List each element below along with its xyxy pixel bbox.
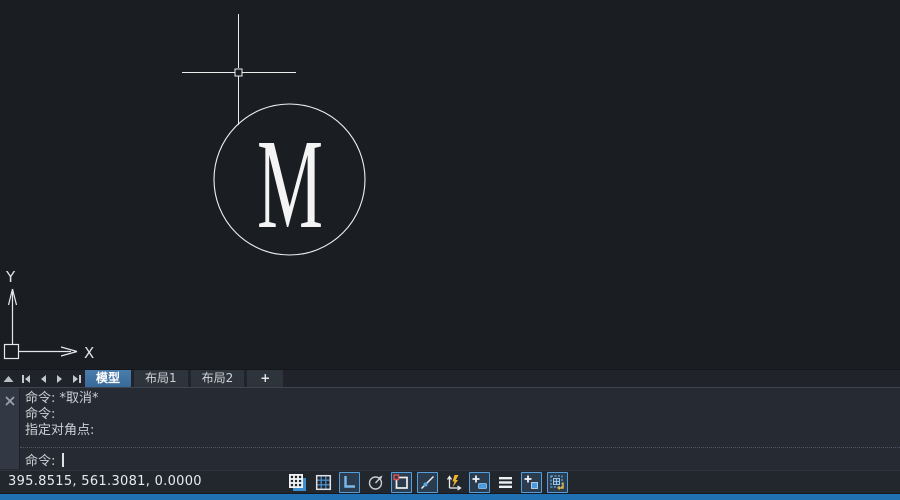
- command-history-line: 命令: *取消*: [20, 391, 900, 407]
- coordinates-display[interactable]: 395.8515, 561.3081, 0.0000: [8, 471, 202, 493]
- dynamic-ucs-icon[interactable]: [443, 472, 464, 493]
- text-cursor: [62, 453, 64, 467]
- pickbox: [235, 69, 242, 76]
- crosshair-cursor: [182, 14, 296, 125]
- taskbar-edge: [0, 493, 900, 500]
- lineweight-icon[interactable]: [495, 472, 516, 493]
- grid-display-icon[interactable]: [313, 472, 334, 493]
- status-bar: 395.8515, 561.3081, 0.0000: [0, 470, 900, 493]
- tab-model[interactable]: 模型: [85, 370, 131, 387]
- object-snap-icon[interactable]: [391, 472, 412, 493]
- command-separator: [20, 447, 900, 448]
- ucs-y-label: Y: [5, 268, 16, 286]
- polar-tracking-icon[interactable]: [365, 472, 386, 493]
- object-snap-tracking-icon[interactable]: [417, 472, 438, 493]
- last-tab-icon[interactable]: [68, 370, 85, 387]
- command-input[interactable]: 命令:: [20, 450, 900, 469]
- layout-tab-bar: 模型 布局1 布局2 +: [0, 369, 900, 387]
- command-window: 命令: *取消* 命令: 指定对角点: 命令:: [0, 387, 900, 470]
- status-toggle-strip: [287, 472, 568, 493]
- text-entity-m[interactable]: M: [257, 113, 323, 255]
- snap-mode-icon[interactable]: [287, 472, 308, 493]
- command-prompt: 命令:: [25, 450, 55, 469]
- dynamic-input-icon[interactable]: [469, 472, 490, 493]
- command-history-line: 命令:: [20, 407, 900, 423]
- quick-properties-icon[interactable]: [521, 472, 542, 493]
- next-tab-icon[interactable]: [51, 370, 68, 387]
- command-history: 命令: *取消* 命令: 指定对角点:: [20, 388, 900, 439]
- collapse-icon[interactable]: [0, 370, 17, 387]
- command-window-strip: [0, 388, 20, 469]
- ucs-x-label: X: [84, 344, 94, 362]
- tab-layout2[interactable]: 布局2: [191, 370, 245, 387]
- selection-cycling-icon[interactable]: [547, 472, 568, 493]
- command-history-line: 指定对角点:: [20, 423, 900, 439]
- ucs-icon: [5, 289, 78, 359]
- ortho-icon[interactable]: [339, 472, 360, 493]
- add-layout-tab-button[interactable]: +: [247, 370, 283, 387]
- close-icon[interactable]: [4, 395, 16, 407]
- drawing-canvas[interactable]: M Y X: [0, 0, 900, 369]
- first-tab-icon[interactable]: [17, 370, 34, 387]
- prev-tab-icon[interactable]: [34, 370, 51, 387]
- tab-layout1[interactable]: 布局1: [134, 370, 188, 387]
